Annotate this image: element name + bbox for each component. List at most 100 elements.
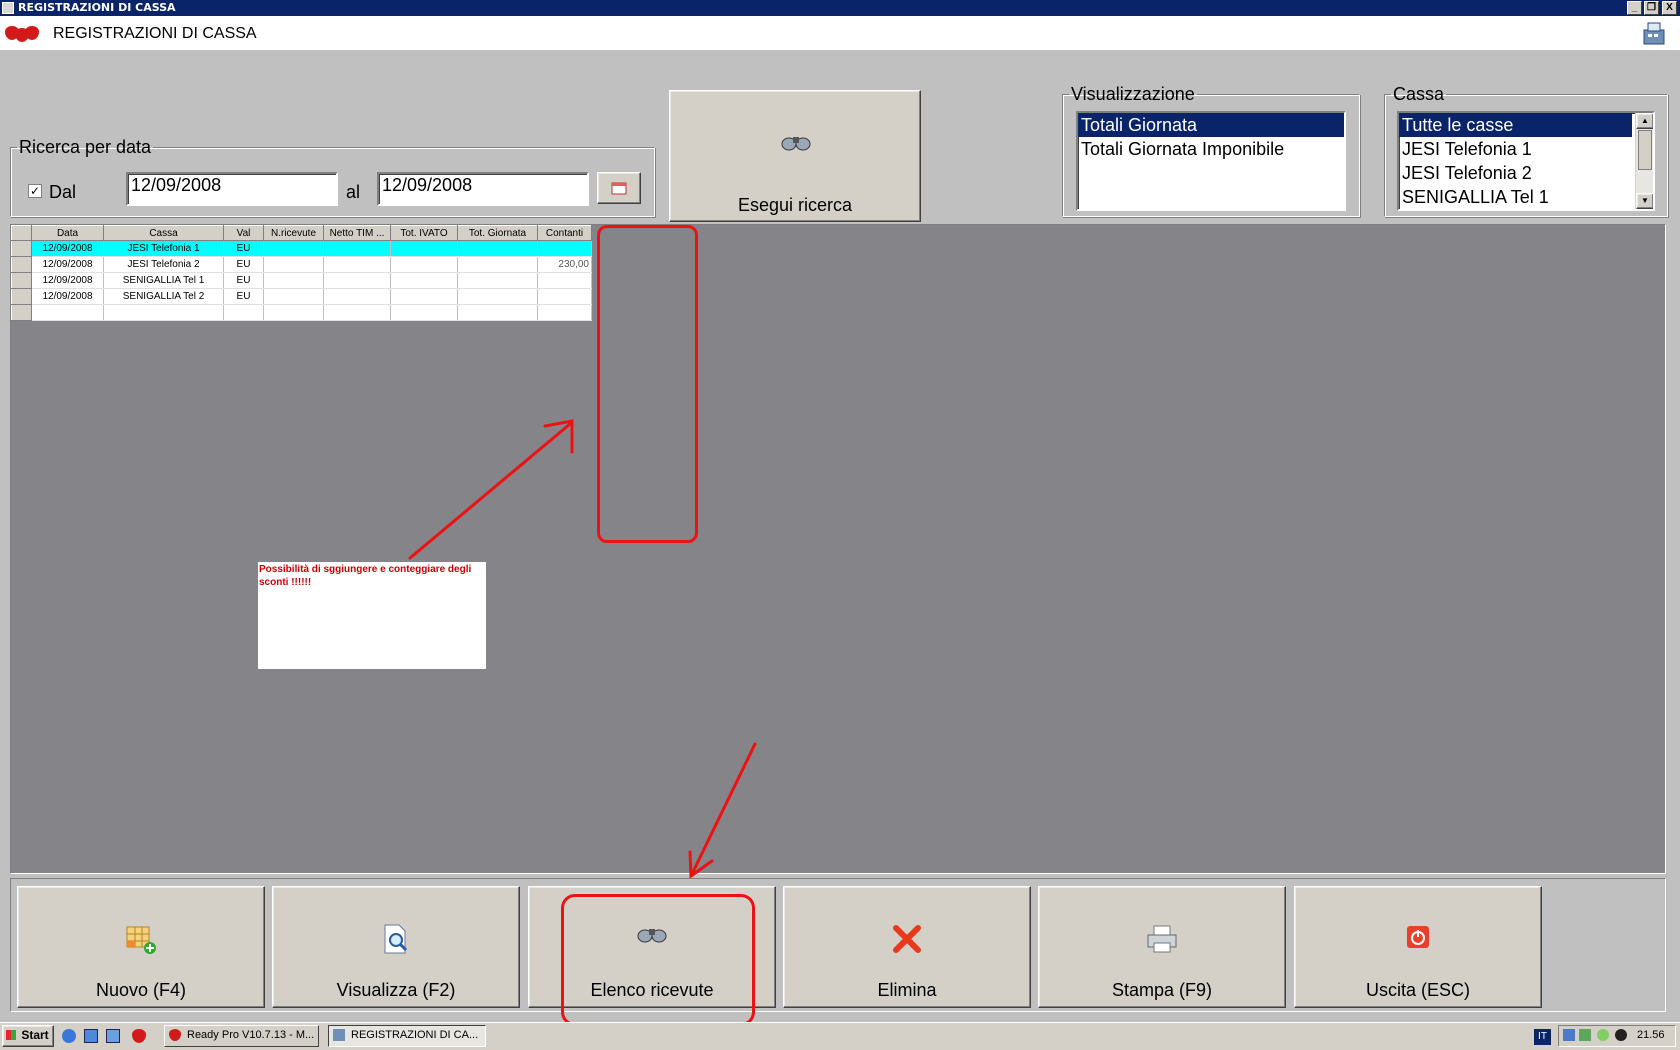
search-button-label: Esegui ricerca [737, 195, 853, 215]
ie-icon[interactable] [62, 1029, 76, 1043]
cell-cassa: SENIGALLIA Tel 1 [103, 272, 224, 289]
to-date-field[interactable]: 12/09/2008 [377, 172, 589, 206]
exit-button-label: Uscita (ESC) [1365, 980, 1470, 1000]
restore-button[interactable]: ❐ [1644, 1, 1659, 15]
cell-tot-ivato [390, 288, 458, 305]
power-icon [1407, 926, 1429, 948]
cell-data: 12/09/2008 [31, 256, 104, 273]
from-date-field[interactable]: 12/09/2008 [126, 172, 338, 206]
cell-tot-giornata [457, 304, 538, 321]
window-titlebar: REGISTRAZIONI DI CASSA _ ❐ X [0, 0, 1680, 16]
exit-button[interactable]: Uscita (ESC) [1294, 886, 1542, 1008]
row-header[interactable] [11, 240, 32, 257]
start-label: Start [21, 1028, 49, 1042]
to-label: al [346, 182, 361, 202]
row-header[interactable] [11, 256, 32, 273]
grid-corner [11, 225, 32, 241]
cell-n-ricevute [263, 288, 324, 305]
scroll-up-icon[interactable]: ▲ [1636, 113, 1653, 129]
col-netto-tim[interactable]: Netto TIM ... [323, 225, 391, 241]
cash-register-icon [1643, 22, 1665, 45]
col-n-ricevute[interactable]: N.ricevute [263, 225, 324, 241]
col-contanti[interactable]: Contanti [537, 225, 592, 241]
cell-data [31, 304, 104, 321]
new-button-label: Nuovo (F4) [95, 980, 187, 1000]
cell-netto-tim [323, 256, 391, 273]
row-header[interactable] [11, 304, 32, 321]
register-scrollbar[interactable]: ▲ ▼ [1635, 113, 1653, 209]
register-listbox[interactable]: Tutte le casse JESI Telefonia 1 JESI Tel… [1397, 111, 1655, 211]
cell-data: 12/09/2008 [31, 288, 104, 305]
col-val[interactable]: Val [223, 225, 264, 241]
task-readypro[interactable]: Ready Pro V10.7.13 - M... [164, 1025, 319, 1047]
view-option-totali-giornata[interactable]: Totali Giornata [1078, 113, 1344, 137]
col-tot-ivato[interactable]: Tot. IVATO [390, 225, 458, 241]
cell-n-ricevute [263, 304, 324, 321]
row-header[interactable] [11, 272, 32, 289]
view-listbox[interactable]: Totali Giornata Totali Giornata Imponibi… [1076, 111, 1346, 211]
register-legend: Cassa [1393, 84, 1445, 104]
clock[interactable]: 21.56 [1637, 1029, 1665, 1041]
calendar-icon [611, 182, 627, 195]
cell-netto-tim [323, 288, 391, 305]
cell-contanti [537, 288, 592, 305]
magnifier-document-icon [384, 924, 408, 954]
table-row[interactable]: 12/09/2008 SENIGALLIA Tel 2 EU [11, 288, 592, 305]
task-registrazioni[interactable]: REGISTRAZIONI DI CA... [328, 1025, 486, 1047]
from-label: Dal [49, 182, 77, 202]
binoculars-icon [781, 137, 811, 151]
desktop-icon[interactable] [106, 1029, 120, 1043]
cell-tot-giornata [457, 256, 538, 273]
register-option-senigallia-1[interactable]: SENIGALLIA Tel 1 [1399, 185, 1653, 209]
register-option-jesi-2[interactable]: JESI Telefonia 2 [1399, 161, 1653, 185]
col-tot-giornata[interactable]: Tot. Giornata [457, 225, 538, 241]
security-icon[interactable] [1579, 1029, 1591, 1041]
cell-val: EU [223, 256, 264, 273]
status-icon[interactable] [1597, 1029, 1609, 1041]
search-button[interactable]: Esegui ricerca [669, 90, 921, 222]
print-button[interactable]: Stampa (F9) [1038, 886, 1286, 1008]
task-registrazioni-label: REGISTRAZIONI DI CA... [351, 1029, 479, 1041]
col-cassa[interactable]: Cassa [103, 225, 224, 241]
new-button[interactable]: Nuovo (F4) [17, 886, 265, 1008]
table-row[interactable]: 12/09/2008 SENIGALLIA Tel 1 EU [11, 272, 592, 289]
windows-logo-icon [6, 1030, 16, 1040]
from-checkbox[interactable]: ✓ [28, 184, 42, 198]
table-row[interactable]: 12/09/2008 JESI Telefonia 2 EU 230,00 [11, 256, 592, 273]
network-icon[interactable] [1563, 1029, 1575, 1041]
view-option-totali-giornata-imponibile[interactable]: Totali Giornata Imponibile [1078, 137, 1344, 161]
scroll-thumb[interactable] [1638, 130, 1652, 170]
cell-val: EU [223, 288, 264, 305]
cell-data: 12/09/2008 [31, 240, 104, 257]
cell-n-ricevute [263, 256, 324, 273]
scroll-down-icon[interactable]: ▼ [1636, 193, 1653, 209]
register-option-jesi-1[interactable]: JESI Telefonia 1 [1399, 137, 1653, 161]
readypro-task-icon [169, 1029, 181, 1041]
form-header: REGISTRAZIONI DI CASSA [0, 16, 1680, 50]
annotation-highlight-grid-column [597, 225, 698, 543]
cell-netto-tim [323, 272, 391, 289]
cell-tot-giornata [457, 272, 538, 289]
start-button[interactable]: Start [2, 1025, 54, 1047]
col-data[interactable]: Data [31, 225, 104, 241]
red-x-icon [893, 925, 921, 953]
results-grid-pane [10, 224, 1666, 874]
delete-button-label: Elimina [877, 980, 937, 1000]
table-row[interactable]: 12/09/2008 JESI Telefonia 1 EU [11, 240, 592, 257]
minimize-button[interactable]: _ [1627, 1, 1642, 15]
row-header[interactable] [11, 288, 32, 305]
window-title: REGISTRAZIONI DI CASSA [18, 1, 176, 14]
explorer-icon[interactable] [84, 1029, 98, 1043]
cell-contanti [537, 304, 592, 321]
table-row-totals[interactable] [11, 304, 592, 321]
form-title: REGISTRAZIONI DI CASSA [53, 25, 257, 42]
printer-icon [1147, 925, 1177, 953]
register-option-tutte[interactable]: Tutte le casse [1399, 113, 1632, 137]
view-button[interactable]: Visualizza (F2) [272, 886, 520, 1008]
calendar-button[interactable] [597, 172, 641, 204]
results-grid[interactable]: Data Cassa Val N.ricevute Netto TIM ... … [11, 225, 592, 321]
close-button[interactable]: X [1662, 1, 1677, 15]
delete-button[interactable]: Elimina [783, 886, 1031, 1008]
volume-icon[interactable] [1615, 1029, 1627, 1041]
language-indicator[interactable]: IT [1534, 1029, 1551, 1045]
